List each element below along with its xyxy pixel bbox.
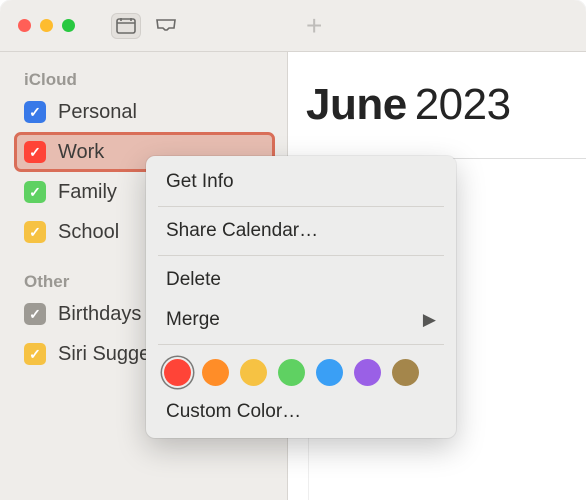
color-swatch[interactable] (354, 359, 381, 386)
color-swatch[interactable] (240, 359, 267, 386)
sidebar-group-icloud: iCloud (14, 64, 275, 92)
context-menu: Get Info Share Calendar… Delete Merge ▶ … (146, 156, 456, 438)
menu-custom-color[interactable]: Custom Color… (152, 392, 450, 432)
color-swatch[interactable] (202, 359, 229, 386)
calendar-label: Personal (58, 101, 137, 124)
inbox-button[interactable] (151, 13, 181, 39)
menu-separator (158, 344, 444, 345)
calendar-label: Birthdays (58, 303, 141, 326)
calendar-checkbox[interactable] (24, 101, 46, 123)
add-event-button[interactable]: + (306, 12, 322, 40)
color-swatch[interactable] (316, 359, 343, 386)
calendar-checkbox[interactable] (24, 303, 46, 325)
titlebar (0, 0, 586, 52)
menu-merge-label: Merge (166, 309, 220, 331)
close-window-button[interactable] (18, 19, 31, 32)
year-label: 2023 (415, 80, 511, 130)
color-swatch[interactable] (278, 359, 305, 386)
color-swatch[interactable] (164, 359, 191, 386)
chevron-right-icon: ▶ (423, 310, 436, 330)
menu-share-calendar[interactable]: Share Calendar… (152, 211, 450, 251)
calendar-checkbox[interactable] (24, 343, 46, 365)
month-header: June 2023 (288, 52, 586, 140)
calendar-label: School (58, 221, 119, 244)
color-swatch[interactable] (392, 359, 419, 386)
zoom-window-button[interactable] (62, 19, 75, 32)
menu-get-info[interactable]: Get Info (152, 162, 450, 202)
calendar-checkbox[interactable] (24, 141, 46, 163)
calendar-item[interactable]: Personal (14, 92, 275, 132)
calendar-checkbox[interactable] (24, 221, 46, 243)
tray-icon (155, 18, 177, 34)
menu-separator (158, 255, 444, 256)
sidebar-toggle-button[interactable] (111, 13, 141, 39)
menu-merge[interactable]: Merge ▶ (152, 300, 450, 340)
month-label: June (306, 80, 407, 130)
minimize-window-button[interactable] (40, 19, 53, 32)
menu-separator (158, 206, 444, 207)
menu-delete[interactable]: Delete (152, 260, 450, 300)
color-swatch-row (152, 349, 450, 392)
calendar-icon (116, 18, 136, 34)
calendar-label: Work (58, 141, 104, 164)
window-controls (18, 19, 75, 32)
calendar-label: Family (58, 181, 117, 204)
calendar-checkbox[interactable] (24, 181, 46, 203)
